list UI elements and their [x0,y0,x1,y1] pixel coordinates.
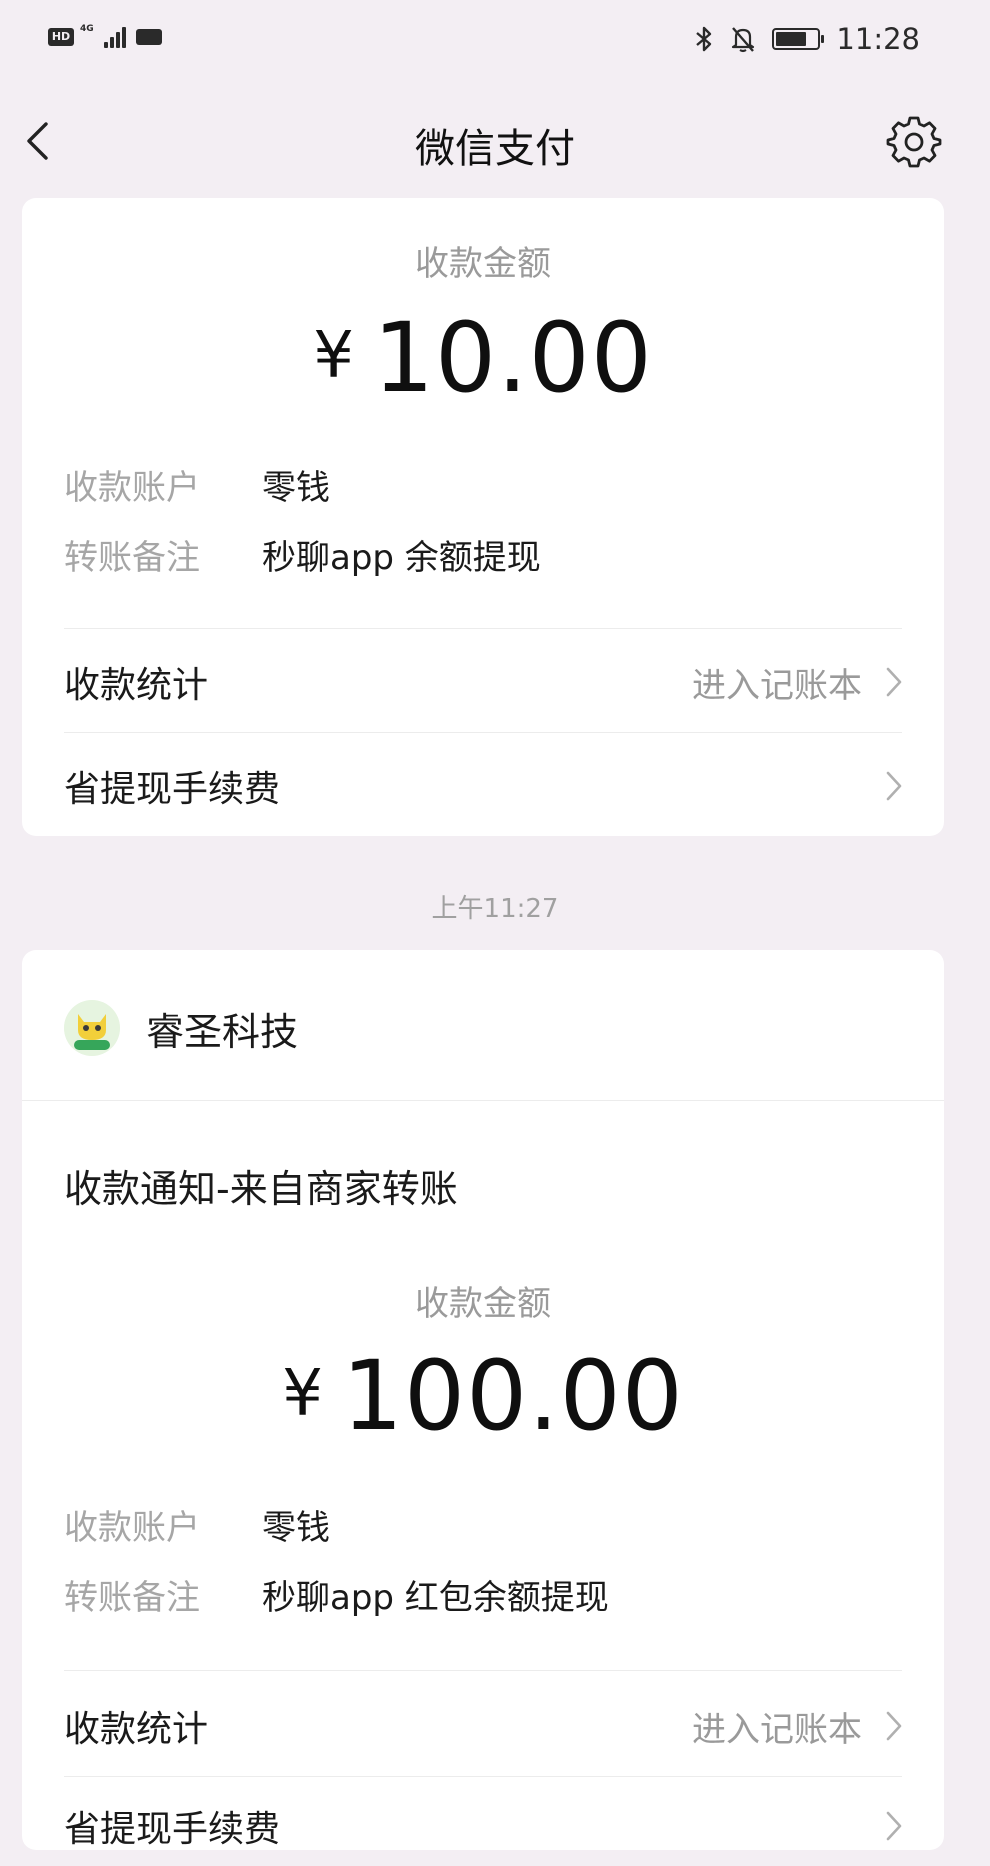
status-bar: HD 4G 11:28 [0,0,990,80]
note-value: 秒聊app 红包余额提现 [262,1578,609,1618]
stats-link[interactable]: 进入记账本 [692,1702,904,1751]
currency-symbol: ¥ [313,319,355,393]
amount-label: 收款金额 [415,1284,551,1324]
stats-link-text: 进入记账本 [692,1709,862,1750]
signal-icon [103,26,126,48]
amount-label: 收款金额 [415,244,551,284]
fee-row[interactable]: 省提现手续费 [64,746,904,826]
merchant-logo-icon [64,1000,120,1056]
merchant-logo [64,1000,120,1056]
stats-row[interactable]: 收款统计 进入记账本 [64,642,904,722]
merchant-header[interactable]: 睿圣科技 [64,1000,298,1056]
payment-card-1: 收款金额 ¥10.00 收款账户 零钱 转账备注 秒聊app 余额提现 收款统计… [22,198,944,836]
notice-title: 收款通知-来自商家转账 [64,1167,458,1211]
account-value: 零钱 [262,1508,330,1548]
chevron-right-icon [886,771,902,801]
payment-card-2: 睿圣科技 收款通知-来自商家转账 收款金额 ¥100.00 收款账户 零钱 转账… [22,950,944,1850]
network-type: 4G [80,24,94,34]
divider [64,1776,902,1777]
fee-label: 省提现手续费 [64,1809,281,1850]
chevron-right-icon [886,1711,902,1741]
merchant-name: 睿圣科技 [146,1009,299,1054]
stats-link-text: 进入记账本 [692,665,862,706]
bluetooth-icon [696,26,712,52]
message-timestamp: 上午11:27 [431,894,559,924]
fee-label: 省提现手续费 [64,769,281,810]
stats-link[interactable]: 进入记账本 [692,658,904,707]
gear-icon[interactable] [886,114,942,170]
note-value: 秒聊app 余额提现 [262,538,541,578]
amount-value: ¥100.00 [22,1340,944,1452]
stats-label: 收款统计 [64,1709,209,1750]
note-row: 转账备注 秒聊app 余额提现 [64,530,541,579]
stats-label: 收款统计 [64,665,209,706]
note-key: 转账备注 [64,1578,200,1618]
account-row: 收款账户 零钱 [64,460,330,509]
amount-number: 10.00 [372,302,653,414]
amount-value: ¥10.00 [22,302,944,414]
chevron-right-icon [886,667,902,697]
account-row: 收款账户 零钱 [64,1500,330,1549]
status-time: 11:28 [836,22,920,56]
account-value: 零钱 [262,468,330,508]
divider [64,732,902,733]
divider [64,1670,902,1671]
stats-row[interactable]: 收款统计 进入记账本 [64,1686,904,1766]
mute-bell-icon [732,27,755,53]
amount-number: 100.00 [341,1340,684,1452]
notification-icon [135,29,162,45]
hd-badge: HD [48,28,74,46]
divider [22,1100,944,1101]
status-left: HD 4G [48,24,162,48]
currency-symbol: ¥ [282,1357,324,1431]
chevron-right-icon [886,1811,902,1841]
fee-row[interactable]: 省提现手续费 [64,1786,904,1866]
account-key: 收款账户 [64,1508,200,1548]
page-title: 微信支付 [415,126,575,172]
divider [64,628,902,629]
nav-bar: 微信支付 [0,92,990,192]
account-key: 收款账户 [64,468,200,508]
battery-icon [772,28,825,50]
status-right: 11:28 [694,22,920,56]
note-key: 转账备注 [64,538,200,578]
note-row: 转账备注 秒聊app 红包余额提现 [64,1570,609,1619]
